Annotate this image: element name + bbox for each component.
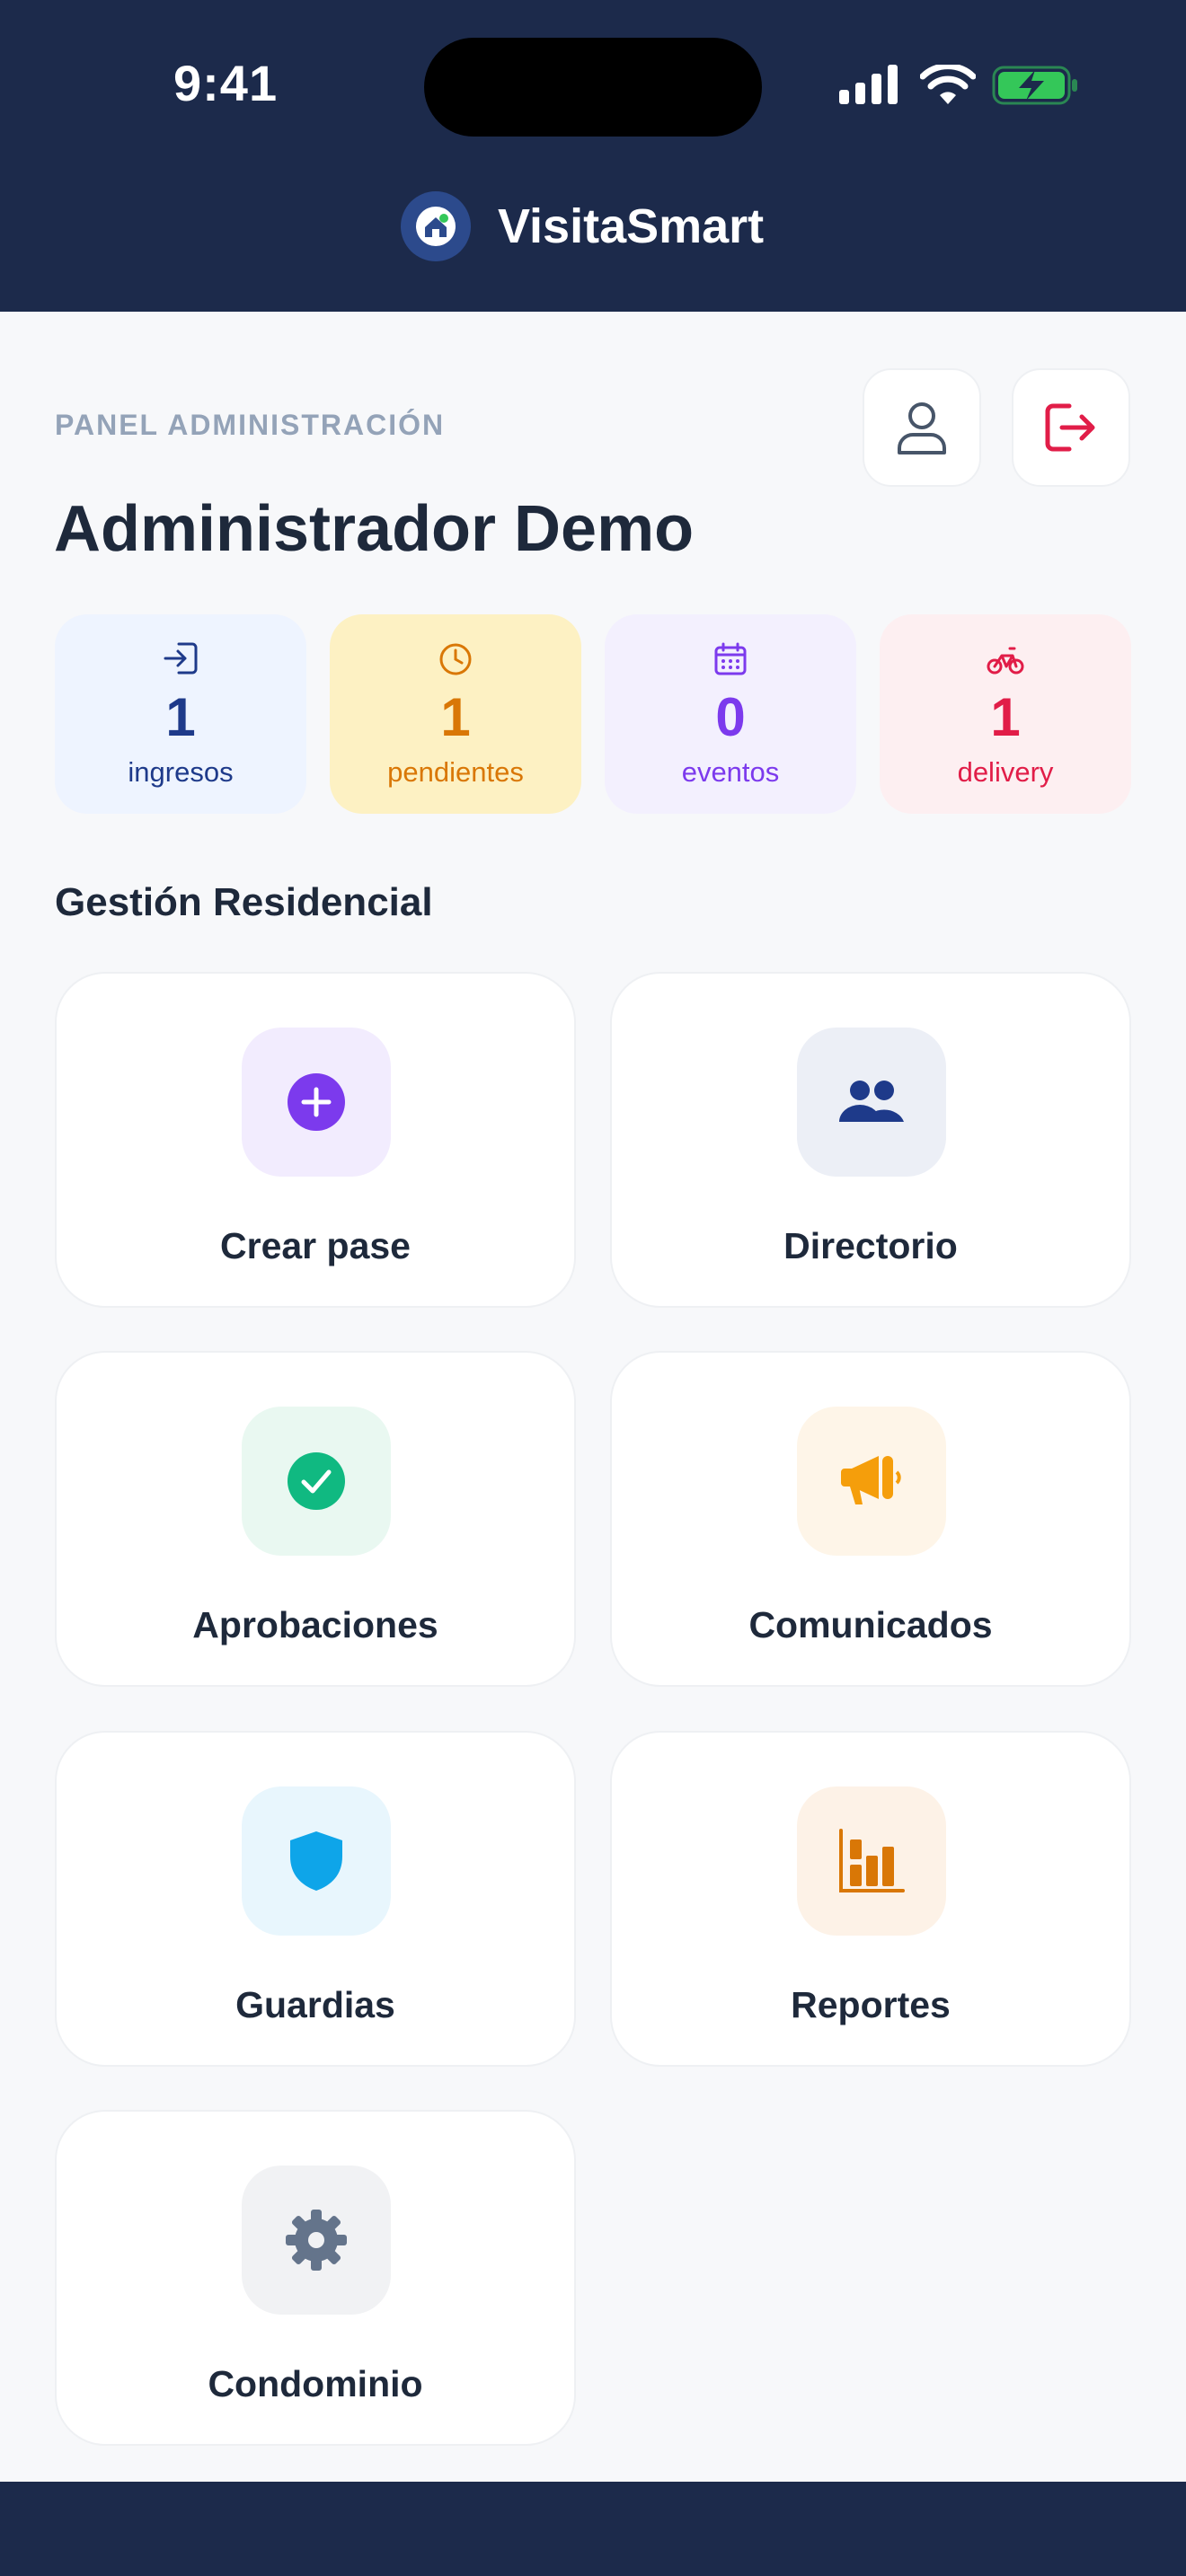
- signal-icon: [839, 65, 898, 104]
- card-label: Reportes: [791, 1984, 951, 2025]
- card-label: Directorio: [783, 1225, 958, 1266]
- card-reportes[interactable]: Reportes: [610, 1731, 1131, 2067]
- card-guardias[interactable]: Guardias: [55, 1731, 576, 2067]
- bicycle-icon: [987, 647, 1024, 675]
- users-icon: [839, 1081, 904, 1122]
- stat-value: 1: [440, 687, 471, 747]
- stat-pendientes[interactable]: 1 pendientes: [330, 614, 581, 814]
- gear-icon: [286, 2210, 347, 2271]
- stat-delivery[interactable]: 1 delivery: [880, 614, 1131, 814]
- check-circle-icon: [288, 1452, 345, 1510]
- stat-ingresos[interactable]: 1 ingresos: [55, 614, 306, 814]
- brand: VisitaSmart: [401, 190, 764, 262]
- stat-value: 1: [165, 687, 196, 747]
- card-label: Condominio: [208, 2363, 423, 2404]
- logout-button[interactable]: [1012, 368, 1130, 487]
- shield-icon: [290, 1831, 342, 1891]
- logout-icon: [1045, 403, 1095, 452]
- stat-label: ingresos: [128, 756, 234, 788]
- bottom-bar: [0, 2482, 1186, 2576]
- stat-value: 1: [990, 687, 1021, 747]
- login-icon: [164, 642, 198, 675]
- wifi-icon: [920, 65, 976, 104]
- card-comunicados[interactable]: Comunicados: [610, 1351, 1131, 1687]
- app-header: 9:41 VisitaSmart: [0, 0, 1186, 312]
- calendar-icon: [714, 642, 747, 675]
- battery-icon: [992, 66, 1077, 105]
- bar-chart-icon: [839, 1829, 905, 1892]
- status-time: 9:41: [173, 55, 279, 111]
- dynamic-island: [424, 38, 762, 137]
- card-condominio[interactable]: Condominio: [55, 2110, 576, 2446]
- stat-label: eventos: [681, 756, 780, 788]
- card-label: Crear pase: [220, 1225, 411, 1266]
- stat-eventos[interactable]: 0 eventos: [605, 614, 856, 814]
- card-label: Aprobaciones: [192, 1604, 438, 1645]
- admin-name: Administrador Demo: [54, 493, 695, 565]
- app-name: VisitaSmart: [498, 199, 765, 253]
- section-title: Gestión Residencial: [55, 880, 433, 924]
- card-crear-pase[interactable]: Crear pase: [55, 972, 576, 1308]
- card-directorio[interactable]: Directorio: [610, 972, 1131, 1308]
- card-label: Guardias: [235, 1984, 395, 2025]
- card-label: Comunicados: [748, 1604, 993, 1645]
- clock-icon: [439, 643, 472, 675]
- profile-button[interactable]: [863, 368, 981, 487]
- status-icons: [839, 65, 1082, 110]
- stat-label: pendientes: [387, 756, 524, 788]
- home-shield-icon: [401, 191, 471, 261]
- panel-label: PANEL ADMINISTRACIÓN: [55, 409, 446, 441]
- plus-circle-icon: [288, 1073, 345, 1131]
- megaphone-icon: [841, 1456, 901, 1504]
- stat-label: delivery: [957, 756, 1054, 788]
- user-icon: [898, 402, 946, 454]
- card-aprobaciones[interactable]: Aprobaciones: [55, 1351, 576, 1687]
- stat-value: 0: [715, 687, 746, 747]
